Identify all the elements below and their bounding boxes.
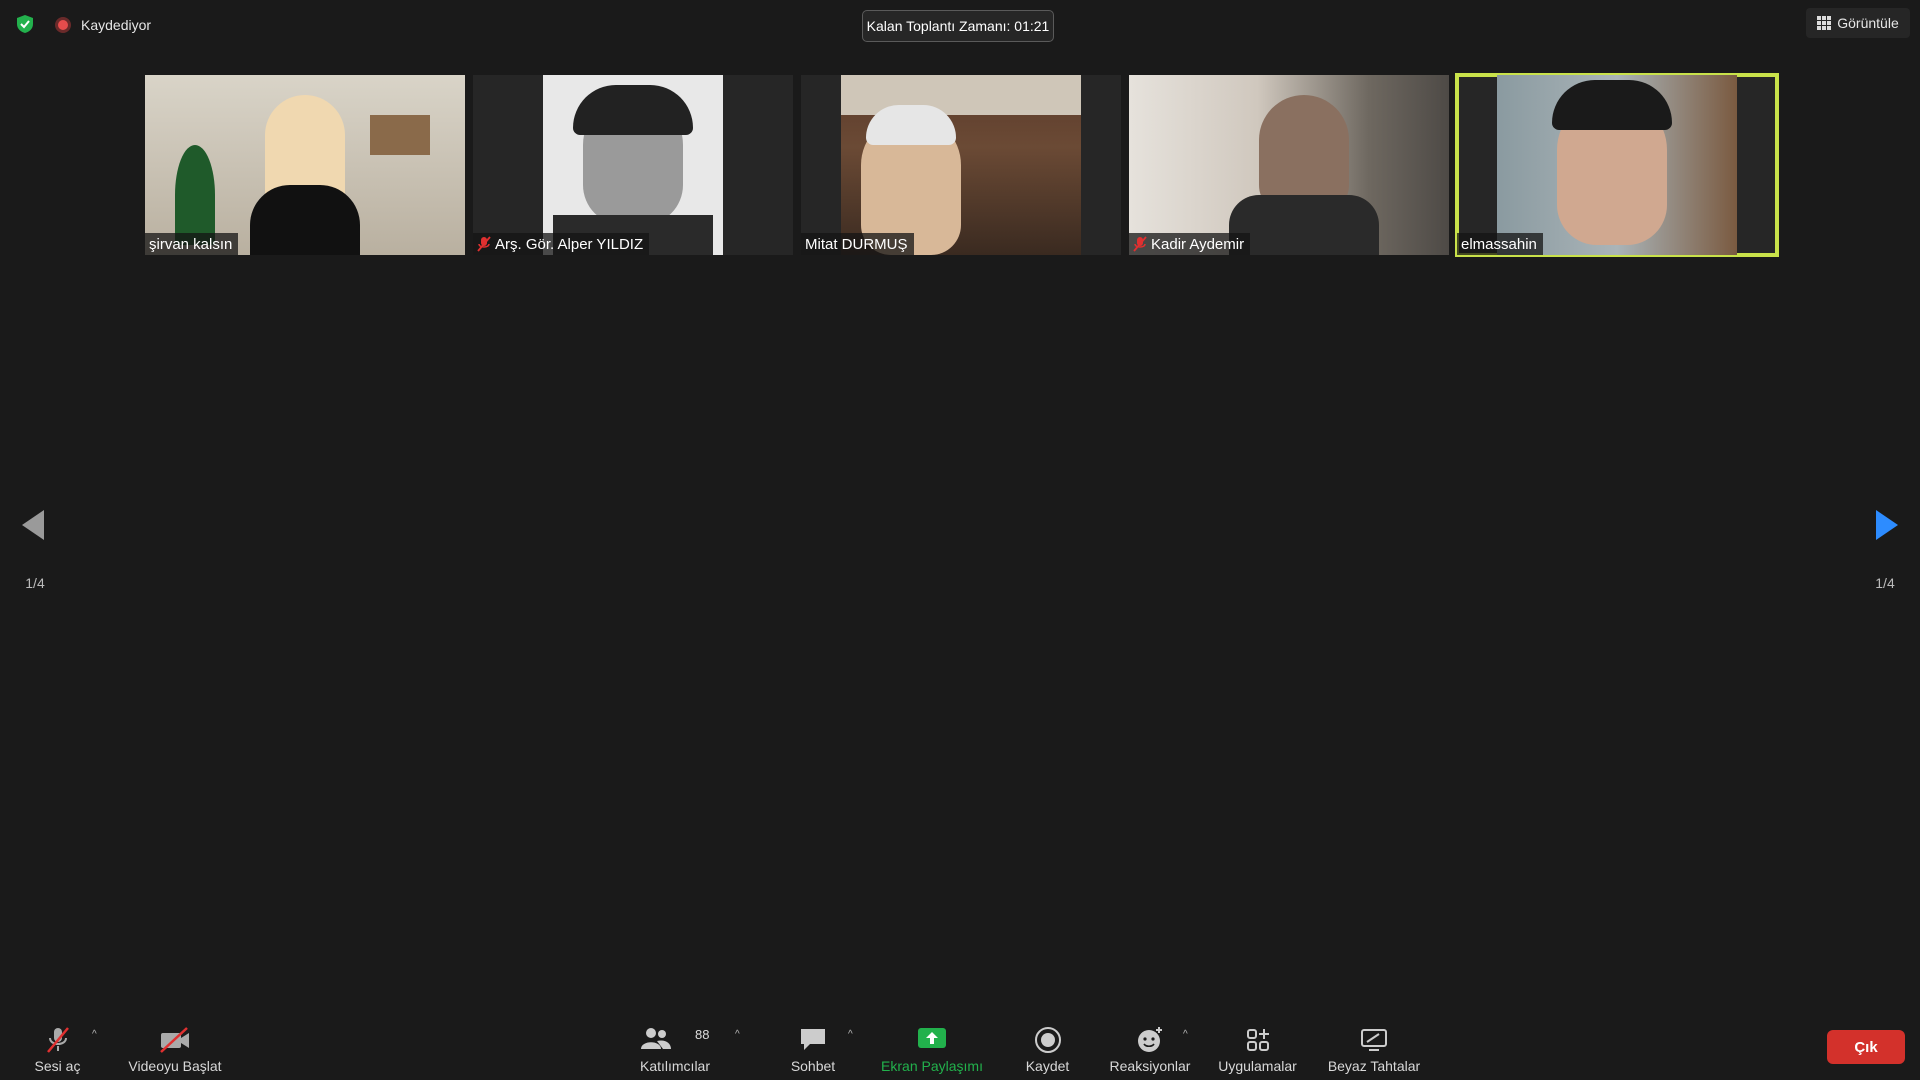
reactions-button[interactable]: Reaksiyonlar [1100, 1015, 1200, 1080]
participant-label: şirvan kalsın [145, 233, 239, 255]
reactions-chevron-icon[interactable]: ^ [1183, 1029, 1195, 1041]
participant-name: elmassahin [1461, 235, 1537, 253]
participants-button[interactable]: 88 Katılımcılar [625, 1015, 725, 1080]
arrow-left-icon [22, 510, 44, 540]
participant-name: Mitat DURMUŞ [805, 235, 908, 253]
video-tile[interactable]: Kadir Aydemir [1129, 75, 1449, 255]
recording-label: Kaydediyor [81, 17, 152, 33]
whiteboard-icon [1361, 1029, 1387, 1051]
video-tile-active-speaker[interactable]: elmassahin [1455, 73, 1779, 257]
start-video-label: Videoyu Başlat [128, 1058, 222, 1074]
recording-indicator[interactable]: Kaydediyor [55, 17, 151, 33]
participants-count: 88 [695, 1027, 710, 1042]
top-bar: Kaydediyor Kalan Toplantı Zamanı: 01:21 … [0, 0, 1920, 50]
record-icon [1034, 1027, 1061, 1053]
unmute-button[interactable]: Sesi aç [20, 1015, 95, 1080]
participant-label: Kadir Aydemir [1129, 233, 1251, 255]
hair-image [573, 85, 693, 135]
clothing-image [1229, 195, 1379, 255]
participant-label: Arş. Gör. Alper YILDIZ [473, 233, 650, 255]
participant-name: Arş. Gör. Alper YILDIZ [495, 235, 644, 253]
share-screen-icon [918, 1028, 946, 1048]
books-image [370, 115, 430, 155]
next-page-button[interactable]: 1/4 [1850, 485, 1920, 595]
audio-options-chevron-icon[interactable]: ^ [92, 1029, 104, 1041]
video-off-icon [160, 1027, 189, 1053]
video-tile[interactable]: Mitat DURMUŞ [801, 75, 1121, 255]
chat-button[interactable]: Sohbet [773, 1015, 853, 1080]
participant-label: elmassahin [1457, 233, 1543, 255]
share-screen-button[interactable]: Ekran Paylaşımı [872, 1015, 992, 1080]
participants-label: Katılımcılar [639, 1058, 710, 1074]
shelf-image [841, 75, 1081, 115]
hair-image [866, 105, 956, 145]
page-indicator-left: 1/4 [25, 575, 45, 591]
participant-video [1129, 75, 1449, 255]
smiley-icon [1138, 1027, 1162, 1052]
record-dot-icon [55, 17, 71, 33]
chat-icon [801, 1029, 825, 1050]
participant-name: Kadir Aydemir [1151, 235, 1245, 253]
participant-video [841, 75, 1081, 255]
remaining-time: Kalan Toplantı Zamanı: 01:21 [862, 10, 1054, 42]
apps-label: Uygulamalar [1218, 1058, 1297, 1074]
shield-icon[interactable] [15, 14, 35, 34]
meeting-toolbar: Sesi aç ^ Videoyu Başlat 88 Katılımcılar… [0, 1015, 1920, 1080]
mic-muted-icon [46, 1027, 69, 1053]
video-tile[interactable]: Arş. Gör. Alper YILDIZ [473, 75, 793, 255]
view-label: Görüntüle [1837, 15, 1899, 31]
record-label: Kaydet [1025, 1058, 1070, 1074]
reactions-label: Reaksiyonlar [1109, 1058, 1191, 1074]
christmas-tree-image [175, 145, 215, 245]
participant-video [543, 75, 723, 255]
participants-chevron-icon[interactable]: ^ [735, 1029, 747, 1041]
arrow-right-icon [1876, 510, 1898, 540]
whiteboards-label: Beyaz Tahtalar [1327, 1058, 1421, 1074]
page-indicator-right: 1/4 [1875, 575, 1895, 591]
share-screen-label: Ekran Paylaşımı [881, 1058, 983, 1074]
chat-label: Sohbet [790, 1058, 836, 1074]
record-button[interactable]: Kaydet [1010, 1015, 1085, 1080]
mic-muted-icon [1133, 236, 1147, 252]
prev-page-button[interactable]: 1/4 [0, 485, 70, 595]
video-tile[interactable]: şirvan kalsın [145, 75, 465, 255]
grid-icon [1817, 16, 1832, 30]
participant-name: şirvan kalsın [149, 235, 233, 253]
leave-button[interactable]: Çık [1827, 1030, 1905, 1064]
apps-button[interactable]: Uygulamalar [1210, 1015, 1305, 1080]
participant-video [145, 75, 465, 255]
hair-image [1552, 80, 1672, 130]
whiteboards-button[interactable]: Beyaz Tahtalar [1318, 1015, 1430, 1080]
chat-chevron-icon[interactable]: ^ [848, 1029, 860, 1041]
view-button[interactable]: Görüntüle [1806, 8, 1910, 38]
unmute-label: Sesi aç [34, 1058, 81, 1074]
participant-label: Mitat DURMUŞ [801, 233, 914, 255]
clothing-image [250, 185, 360, 255]
apps-icon [1246, 1029, 1269, 1051]
participants-icon [641, 1028, 671, 1049]
start-video-button[interactable]: Videoyu Başlat [120, 1015, 230, 1080]
participant-video [1497, 75, 1737, 255]
mic-muted-icon [477, 236, 491, 252]
